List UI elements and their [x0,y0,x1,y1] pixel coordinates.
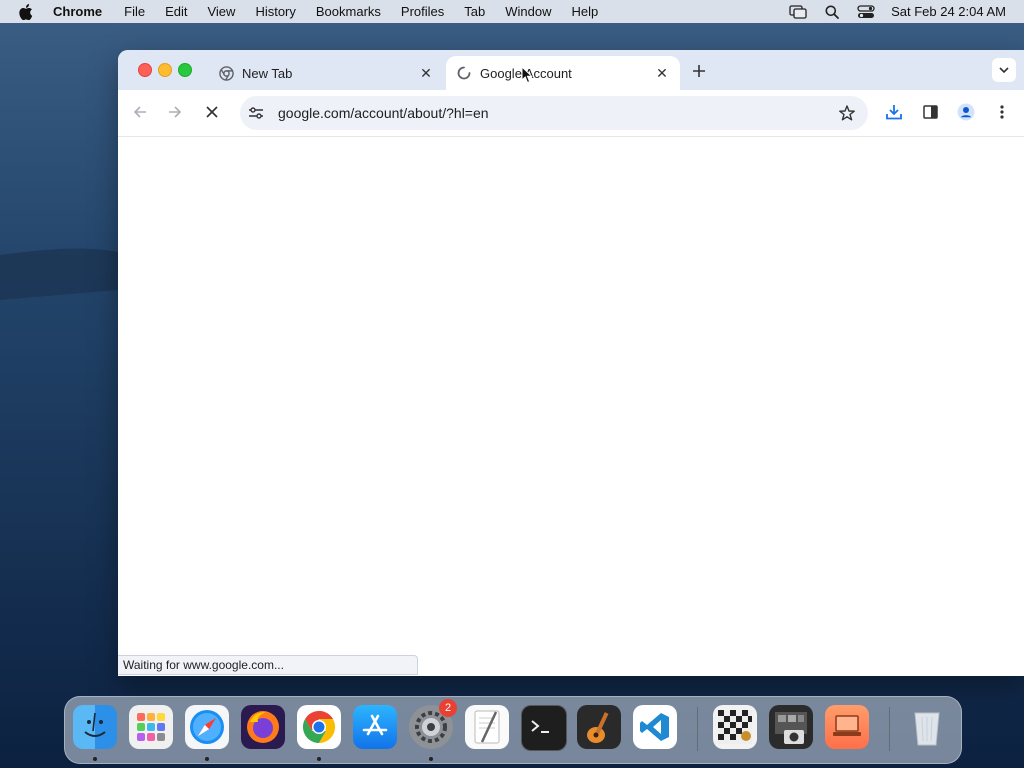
profile-avatar-icon[interactable] [955,101,977,123]
menu-file[interactable]: File [124,4,145,19]
bookmark-star-icon[interactable] [838,104,856,122]
menu-bar-clock[interactable]: Sat Feb 24 2:04 AM [891,4,1006,19]
trash-icon[interactable] [905,705,949,749]
mouse-pointer-icon [521,65,533,89]
tab-strip: New Tab ✕ Google Account ✕ [118,50,1024,90]
downloads-icon[interactable] [883,101,905,123]
menu-bar: Chrome File Edit View History Bookmarks … [0,0,1024,23]
garageband-icon[interactable] [577,705,621,749]
back-button[interactable] [129,101,151,123]
window-minimize-button[interactable] [158,63,172,77]
chess-icon[interactable] [713,705,757,749]
site-info-icon[interactable] [248,105,264,121]
side-panel-icon[interactable] [919,101,941,123]
system-settings-icon[interactable]: 2 [409,699,457,749]
more-menu-icon[interactable] [991,101,1013,123]
menu-help[interactable]: Help [572,4,599,19]
spotlight-search-icon[interactable] [823,4,841,20]
menu-window[interactable]: Window [505,4,551,19]
launchpad-icon[interactable] [129,705,173,749]
terminal-icon[interactable] [521,705,567,751]
menu-view[interactable]: View [207,4,235,19]
menu-edit[interactable]: Edit [165,4,187,19]
running-indicator [93,757,97,761]
app-store-icon[interactable] [353,705,397,749]
chrome-favicon-icon [218,65,234,81]
dock: 2 [64,696,962,764]
firefox-icon[interactable] [241,705,285,749]
dock-separator [697,707,698,751]
forward-button[interactable] [164,101,186,123]
window-close-button[interactable] [138,63,152,77]
running-indicator [317,757,321,761]
browser-toolbar: google.com/account/about/?hl=en [118,90,1024,137]
textedit-icon[interactable] [465,705,509,749]
menu-app-name[interactable]: Chrome [53,4,102,19]
tab-search-button[interactable] [992,58,1016,82]
screen-mirroring-icon[interactable] [789,4,807,20]
vscode-icon[interactable] [633,705,677,749]
menu-bookmarks[interactable]: Bookmarks [316,4,381,19]
running-indicator [205,757,209,761]
tab-title: New Tab [242,65,293,81]
new-tab-button[interactable] [690,62,708,80]
address-bar[interactable]: google.com/account/about/?hl=en [240,96,868,130]
page-content [118,137,1024,676]
safari-icon[interactable] [185,705,229,749]
browser-window: New Tab ✕ Google Account ✕ google.com/ac… [118,50,1024,676]
tab-close-icon[interactable]: ✕ [418,65,434,81]
remote-desktop-icon[interactable] [825,705,869,749]
notification-badge: 2 [439,699,457,717]
chrome-icon[interactable] [297,705,341,749]
running-indicator [429,757,433,761]
stop-loading-button[interactable] [201,101,223,123]
tab-google-account[interactable]: Google Account ✕ [446,56,680,90]
status-bubble: Waiting for www.google.com... [118,655,418,675]
photo-booth-icon[interactable] [769,705,813,749]
loading-spinner-icon [456,65,472,81]
apple-menu-icon[interactable] [19,3,35,20]
tab-close-icon[interactable]: ✕ [654,65,670,81]
dock-separator [889,707,890,751]
menu-profiles[interactable]: Profiles [401,4,444,19]
url-text[interactable]: google.com/account/about/?hl=en [278,105,489,121]
menu-history[interactable]: History [255,4,295,19]
window-zoom-button[interactable] [178,63,192,77]
tab-new-tab[interactable]: New Tab ✕ [208,56,438,90]
menu-tab[interactable]: Tab [464,4,485,19]
finder-icon[interactable] [73,705,117,749]
control-center-icon[interactable] [857,4,875,20]
